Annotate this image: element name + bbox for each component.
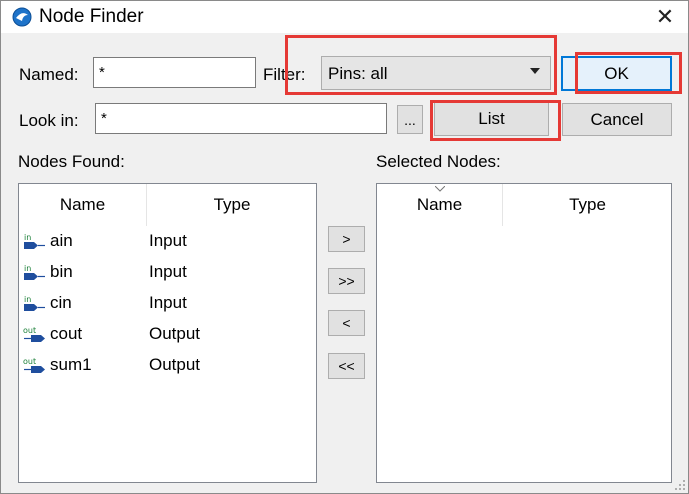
node-type: Input (149, 262, 187, 281)
filter-select[interactable]: Pins: all (321, 56, 551, 90)
node-type: Input (149, 293, 187, 312)
node-name: bin (50, 262, 73, 281)
column-header-name[interactable]: Name (19, 184, 146, 226)
list-item[interactable]: in bin Input (19, 258, 316, 289)
cancel-button[interactable]: Cancel (562, 103, 672, 136)
remove-button[interactable]: < (328, 310, 365, 336)
window-title: Node Finder (39, 6, 144, 27)
output-pin-icon: out (23, 357, 45, 373)
node-name: cin (50, 293, 72, 312)
selected-nodes-list[interactable]: Name Type (376, 183, 672, 483)
dropdown-arrow-icon (530, 68, 540, 74)
look-in-label: Look in: (19, 111, 79, 130)
look-in-input[interactable] (95, 103, 387, 134)
column-header-type[interactable]: Type (503, 184, 672, 226)
selected-nodes-label: Selected Nodes: (376, 152, 501, 171)
node-finder-dialog: Node Finder ✕ Named: Filter: Pins: all O… (0, 0, 689, 494)
input-pin-icon: in (24, 295, 45, 311)
svg-text:in: in (24, 295, 31, 304)
nodes-found-list[interactable]: Name Type in ain Input in bin Input in c… (18, 183, 317, 483)
node-name: ain (50, 231, 73, 250)
column-header-type[interactable]: Type (147, 184, 317, 226)
node-name: cout (50, 324, 83, 343)
ok-button[interactable]: OK (561, 56, 672, 91)
svg-text:out: out (23, 326, 36, 335)
input-pin-icon: in (24, 233, 45, 249)
node-type: Output (149, 355, 201, 374)
node-type: Output (149, 324, 201, 343)
remove-all-button[interactable]: << (328, 353, 365, 379)
svg-text:in: in (24, 233, 31, 242)
list-item[interactable]: in cin Input (19, 289, 316, 320)
svg-text:out: out (23, 357, 36, 366)
list-button[interactable]: List (434, 102, 549, 136)
named-label: Named: (19, 65, 79, 84)
resize-grip-icon[interactable] (674, 479, 686, 491)
browse-button[interactable]: ... (397, 105, 423, 134)
nodes-found-label: Nodes Found: (18, 152, 125, 171)
output-pin-icon: out (23, 326, 45, 342)
add-button[interactable]: > (328, 226, 365, 252)
list-item[interactable]: out sum1 Output (19, 351, 316, 382)
close-icon[interactable]: ✕ (642, 1, 688, 33)
app-icon (12, 7, 32, 27)
list-item[interactable]: in ain Input (19, 227, 316, 258)
filter-selected-value: Pins: all (328, 64, 388, 83)
column-header-name[interactable]: Name (377, 184, 502, 226)
node-type: Input (149, 231, 187, 250)
named-input[interactable] (93, 57, 256, 88)
title-bar: Node Finder ✕ (1, 1, 688, 33)
add-all-button[interactable]: >> (328, 268, 365, 294)
list-item[interactable]: out cout Output (19, 320, 316, 351)
filter-label: Filter: (263, 65, 306, 84)
svg-text:in: in (24, 264, 31, 273)
node-name: sum1 (50, 355, 92, 374)
input-pin-icon: in (24, 264, 45, 280)
